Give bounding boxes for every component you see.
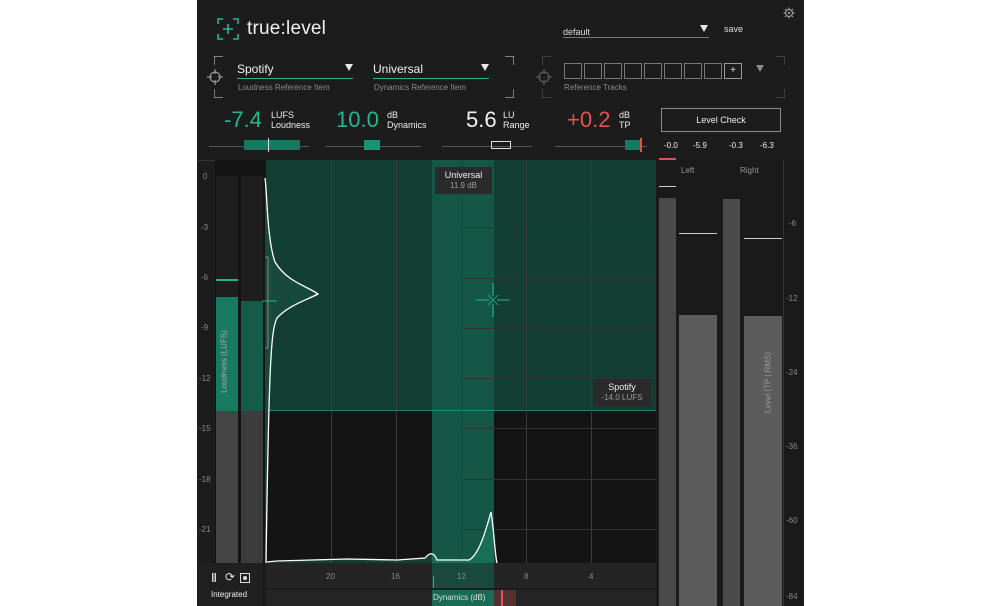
left-channel-label: Left <box>681 166 695 175</box>
spotify-tooltip-value: -14.0 LUFS <box>601 393 643 402</box>
crosshair-target-icon <box>476 283 510 317</box>
integrated-label[interactable]: Integrated <box>211 590 247 599</box>
left-rms-marker <box>679 233 717 234</box>
universal-tooltip: Universal 11.9 dB <box>435 167 492 194</box>
right-tp-meter <box>723 199 740 606</box>
dynamics-meter-fill <box>494 590 516 606</box>
plugin-window: true:level default save Spotify Loudness… <box>197 0 804 606</box>
level-tick-label: -24 <box>786 368 798 377</box>
x-tick-label: 12 <box>457 572 466 581</box>
right-rms-marker <box>744 238 782 239</box>
level-scale-divider <box>783 160 784 606</box>
level-tick-label: -84 <box>786 592 798 601</box>
x-tick-label: 8 <box>524 572 529 581</box>
x-axis-label: Dynamics (dB) <box>433 593 486 602</box>
x-tick-label: 16 <box>391 572 400 581</box>
x-marker <box>433 576 434 588</box>
record-icon-dot <box>243 576 247 580</box>
x-tick-label: 20 <box>326 572 335 581</box>
level-tick-label: -6 <box>789 219 797 228</box>
spotify-tooltip: Spotify -14.0 LUFS <box>593 379 651 406</box>
x-tick-label: 4 <box>589 572 594 581</box>
right-channel-label: Right <box>740 166 759 175</box>
reset-icon[interactable]: ⟳ <box>225 570 235 584</box>
universal-tooltip-value: 11.9 dB <box>450 181 477 190</box>
universal-tooltip-title: Universal <box>444 170 483 180</box>
level-tick-label: -36 <box>786 442 798 451</box>
pause-icon[interactable]: ‖ <box>211 571 217 585</box>
level-tick-label: -60 <box>786 516 798 525</box>
spotify-tooltip-title: Spotify <box>608 382 636 392</box>
level-axis-label: Level (TP | RMS) <box>763 351 773 414</box>
dynamics-meter-marker <box>501 590 503 606</box>
left-tp-meter <box>659 198 676 606</box>
left-tp-marker <box>659 186 676 187</box>
level-tick-label: -12 <box>786 294 798 303</box>
left-rms-meter <box>679 315 717 606</box>
